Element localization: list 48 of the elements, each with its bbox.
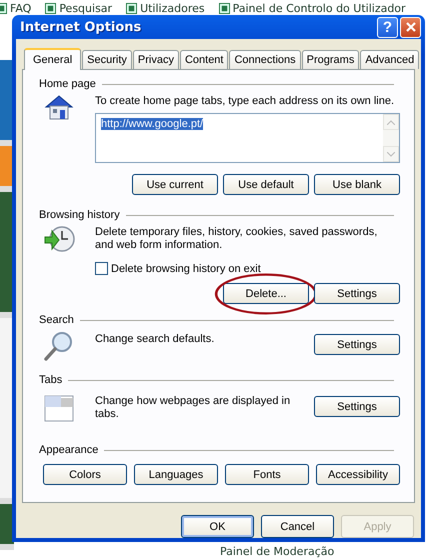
page-link[interactable]: Pesquisar bbox=[59, 2, 112, 15]
page-link[interactable]: FAQ bbox=[10, 2, 32, 15]
section-description: Change how webpages are displayed in tabs. bbox=[95, 394, 292, 421]
checkbox[interactable] bbox=[95, 262, 108, 275]
dialog-button[interactable]: Delete... bbox=[223, 283, 309, 304]
tab[interactable]: Connections bbox=[229, 50, 301, 69]
section-title: Tabs bbox=[39, 374, 62, 386]
section-description: To create home page tabs, type each address on its own line. bbox=[95, 94, 396, 108]
close-icon bbox=[404, 21, 416, 33]
tab[interactable]: Content bbox=[180, 50, 228, 69]
tab[interactable]: Advanced bbox=[360, 50, 420, 69]
link-icon bbox=[45, 3, 56, 14]
section-description: Change search defaults. bbox=[95, 332, 216, 346]
scroll-down-icon[interactable] bbox=[387, 152, 395, 156]
section-description: Delete temporary files, history, cookies, saved passwords, and web form information. bbox=[95, 225, 378, 252]
page-link[interactable]: Painel de Moderação bbox=[220, 545, 334, 558]
dialog-button[interactable]: Use current bbox=[132, 174, 218, 195]
magnifier-icon bbox=[43, 330, 75, 362]
section-title: Appearance bbox=[39, 444, 98, 456]
settings-button[interactable]: Settings bbox=[314, 334, 400, 355]
link-icon bbox=[218, 3, 230, 14]
dialog-button[interactable]: Use blank bbox=[314, 174, 400, 195]
tab[interactable]: Privacy bbox=[132, 50, 179, 69]
scroll-up-icon[interactable] bbox=[387, 120, 395, 124]
dialog-button[interactable]: Settings bbox=[314, 283, 400, 304]
tab[interactable]: Security bbox=[82, 50, 132, 69]
help-button[interactable]: ? bbox=[377, 16, 398, 38]
dialog-button[interactable]: Use default bbox=[223, 174, 309, 195]
checkbox-label: Delete browsing history on exit bbox=[111, 262, 261, 274]
address-field[interactable]: http://www.google.pt/ bbox=[95, 113, 400, 163]
scrollbar[interactable] bbox=[383, 114, 399, 162]
section-title: Browsing history bbox=[39, 209, 120, 221]
page-link[interactable]: Utilizadores bbox=[140, 2, 205, 15]
link-icon bbox=[126, 3, 138, 14]
dialog-button[interactable]: Accessibility bbox=[316, 464, 400, 485]
tab[interactable]: General bbox=[24, 48, 82, 70]
dialog-button[interactable]: Languages bbox=[134, 464, 218, 485]
dialog-button[interactable]: OK bbox=[181, 515, 254, 538]
section-title: Search bbox=[39, 314, 74, 326]
section-title: Home page bbox=[39, 78, 96, 90]
dialog-button[interactable]: Colors bbox=[43, 464, 127, 485]
tab[interactable]: Programs bbox=[302, 50, 360, 69]
settings-button[interactable]: Settings bbox=[314, 396, 400, 417]
dialog-button[interactable]: Cancel bbox=[261, 515, 334, 538]
window-title: Internet Options bbox=[20, 20, 142, 34]
dialog-button[interactable]: Fonts bbox=[225, 464, 309, 485]
page-link[interactable]: Painel de Controlo do Utilizador bbox=[232, 2, 406, 15]
close-button[interactable] bbox=[400, 16, 421, 38]
